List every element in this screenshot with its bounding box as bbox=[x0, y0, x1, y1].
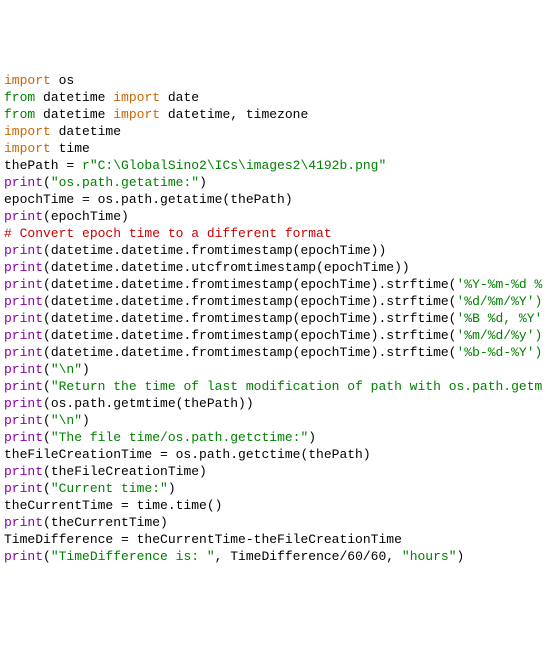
code-line-17: print(datetime.datetime.fromtimestamp(ep… bbox=[4, 310, 544, 327]
code-line-11: print(epochTime) bbox=[4, 208, 544, 225]
code-line-34: print(theCurrentTime) bbox=[4, 514, 544, 531]
code-line-19: print(datetime.datetime.fromtimestamp(ep… bbox=[4, 344, 544, 361]
code-line-30: print(theFileCreationTime) bbox=[4, 463, 544, 480]
code-line-15: print(datetime.datetime.fromtimestamp(ep… bbox=[4, 276, 544, 293]
code-line-26: print("\n") bbox=[4, 412, 544, 429]
code-line-16: print(datetime.datetime.fromtimestamp(ep… bbox=[4, 293, 544, 310]
code-line-29: theFileCreationTime = os.path.getctime(t… bbox=[4, 446, 544, 463]
code-line-28: print("The file time/os.path.getctime:") bbox=[4, 429, 544, 446]
code-line-36: TimeDifference = theCurrentTime-theFileC… bbox=[4, 531, 544, 548]
code-line-24: print(os.path.getmtime(thePath)) bbox=[4, 395, 544, 412]
code-line-32: print("Current time:") bbox=[4, 480, 544, 497]
code-line-37: print("TimeDifference is: ", TimeDiffere… bbox=[4, 548, 544, 565]
code-line-18: print(datetime.datetime.fromtimestamp(ep… bbox=[4, 327, 544, 344]
code-line-10: epochTime = os.path.getatime(thePath) bbox=[4, 191, 544, 208]
code-line-7: thePath = r"C:\GlobalSino2\ICs\images2\4… bbox=[4, 157, 544, 174]
code-line-1: import os bbox=[4, 72, 544, 89]
code-line-12: # Convert epoch time to a different form… bbox=[4, 225, 544, 242]
code-line-21: print("\n") bbox=[4, 361, 544, 378]
code-line-2: from datetime import date bbox=[4, 89, 544, 106]
code-line-23: print("Return the time of last modificat… bbox=[4, 378, 544, 395]
code-line-14: print(datetime.datetime.utcfromtimestamp… bbox=[4, 259, 544, 276]
code-line-3: from datetime import datetime, timezone bbox=[4, 106, 544, 123]
code-block: import osfrom datetime import datefrom d… bbox=[4, 72, 544, 565]
code-line-4: import datetime bbox=[4, 123, 544, 140]
code-line-9: print("os.path.getatime:") bbox=[4, 174, 544, 191]
code-line-5: import time bbox=[4, 140, 544, 157]
code-line-33: theCurrentTime = time.time() bbox=[4, 497, 544, 514]
code-line-13: print(datetime.datetime.fromtimestamp(ep… bbox=[4, 242, 544, 259]
